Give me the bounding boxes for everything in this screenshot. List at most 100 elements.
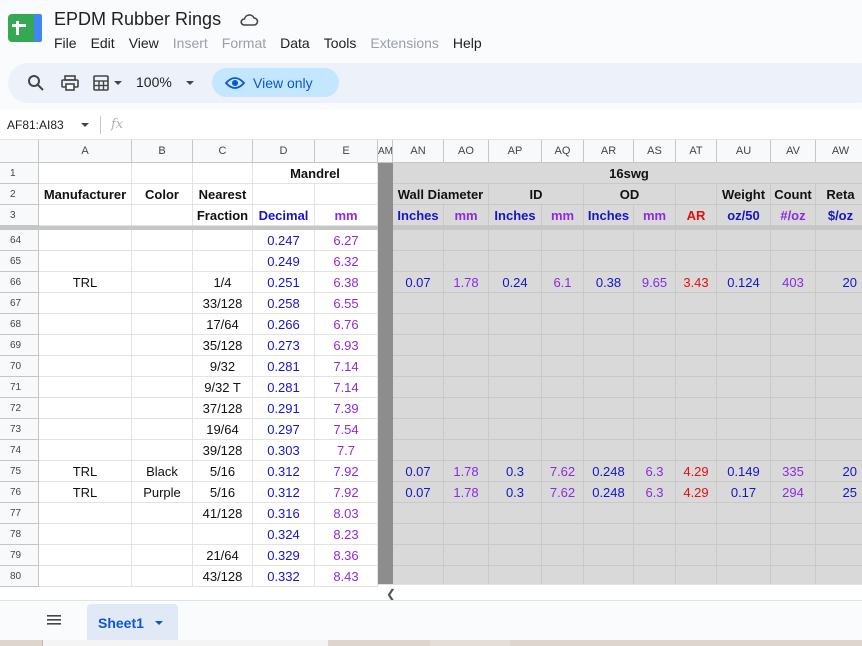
taskbar-item[interactable] [430,640,510,646]
fraction-cell[interactable]: 5/16 [193,482,253,503]
data-cell[interactable] [816,314,862,335]
data-cell[interactable] [676,398,717,419]
unit-header[interactable]: oz/50 [717,205,771,226]
data-cell[interactable]: 9.65 [634,272,676,293]
column-header-ap[interactable]: AP [489,140,542,163]
color-cell[interactable] [132,503,193,524]
row-header[interactable]: 64 [0,230,39,251]
sheet-tab-sheet1[interactable]: Sheet1 [87,604,178,641]
color-cell[interactable]: Purple [132,482,193,503]
color-cell[interactable] [132,398,193,419]
data-cell[interactable] [393,377,444,398]
data-cell[interactable] [489,314,542,335]
data-cell[interactable] [444,503,489,524]
data-cell[interactable] [584,440,634,461]
data-cell[interactable] [542,524,584,545]
data-cell[interactable] [489,545,542,566]
row-header[interactable]: 80 [0,566,39,587]
mm-cell[interactable]: 7.14 [315,356,378,377]
data-cell[interactable] [542,356,584,377]
data-cell[interactable] [771,377,816,398]
row-header[interactable]: 66 [0,272,39,293]
search-menu-button[interactable] [24,71,48,95]
data-cell[interactable] [634,356,676,377]
data-cell[interactable] [444,398,489,419]
od-header[interactable]: OD [584,184,676,205]
decimal-cell[interactable]: 0.251 [253,272,315,293]
row-header[interactable]: 71 [0,377,39,398]
data-cell[interactable]: 0.3 [489,482,542,503]
data-cell[interactable] [393,293,444,314]
data-cell[interactable] [634,419,676,440]
menu-format[interactable]: Format [222,35,266,53]
weight-header[interactable]: Weight [717,184,771,205]
menu-help[interactable]: Help [453,35,482,53]
data-cell[interactable]: 0.07 [393,482,444,503]
data-cell[interactable]: 4.29 [676,461,717,482]
data-cell[interactable] [393,419,444,440]
data-cell[interactable] [444,251,489,272]
data-cell[interactable] [676,251,717,272]
data-cell[interactable] [542,440,584,461]
data-cell[interactable] [717,293,771,314]
mm-cell[interactable]: 8.36 [315,545,378,566]
manufacturer-cell[interactable] [39,398,132,419]
data-cell[interactable] [771,419,816,440]
manufacturer-cell[interactable]: TRL [39,482,132,503]
mm-cell[interactable]: 6.38 [315,272,378,293]
data-cell[interactable]: 0.248 [584,482,634,503]
data-cell[interactable] [771,398,816,419]
data-cell[interactable] [489,230,542,251]
column-header-b[interactable]: B [132,140,193,163]
fraction-cell[interactable]: 33/128 [193,293,253,314]
data-cell[interactable] [489,440,542,461]
select-all-corner[interactable] [0,140,39,163]
data-cell[interactable] [676,419,717,440]
mm-cell[interactable]: 7.7 [315,440,378,461]
column-header-e[interactable]: E [315,140,378,163]
cloud-status-icon[interactable] [239,12,259,28]
menu-view[interactable]: View [129,35,159,53]
data-cell[interactable]: 0.149 [717,461,771,482]
cell[interactable] [253,184,315,205]
data-cell[interactable] [717,545,771,566]
color-cell[interactable] [132,419,193,440]
cell[interactable] [39,163,132,184]
data-cell[interactable]: 6.1 [542,272,584,293]
manufacturer-cell[interactable]: TRL [39,461,132,482]
wall-diameter-header[interactable]: Wall Diameter [393,184,489,205]
data-cell[interactable] [676,377,717,398]
data-cell[interactable] [444,293,489,314]
mm-cell[interactable]: 7.92 [315,461,378,482]
print-button[interactable] [58,71,82,95]
column-header-aq[interactable]: AQ [542,140,584,163]
data-cell[interactable]: 6.3 [634,482,676,503]
decimal-cell[interactable]: 0.332 [253,566,315,587]
unit-header[interactable]: Inches [584,205,634,226]
fraction-cell[interactable]: 35/128 [193,335,253,356]
data-cell[interactable] [584,356,634,377]
menu-file[interactable]: File [54,35,77,53]
data-cell[interactable] [393,335,444,356]
data-cell[interactable] [717,335,771,356]
unit-header[interactable]: Inches [489,205,542,226]
decimal-cell[interactable]: 0.316 [253,503,315,524]
data-cell[interactable] [393,314,444,335]
data-cell[interactable] [771,335,816,356]
data-cell[interactable] [634,545,676,566]
data-cell[interactable] [542,419,584,440]
data-cell[interactable] [542,293,584,314]
spreadsheet-grid[interactable]: A B C D E AM AN AO AP AQ AR AS AT AU AV AW 1 2 3 Mandrel Man… [0,140,862,600]
column-header-a[interactable]: A [39,140,132,163]
data-cell[interactable] [717,230,771,251]
data-cell[interactable] [542,335,584,356]
column-header-as[interactable]: AS [634,140,676,163]
manufacturer-cell[interactable] [39,251,132,272]
data-cell[interactable]: 25 [816,482,862,503]
data-cell[interactable] [816,251,862,272]
decimal-cell[interactable]: 0.291 [253,398,315,419]
column-header-c[interactable]: C [193,140,253,163]
data-cell[interactable] [444,419,489,440]
data-cell[interactable] [393,398,444,419]
column-header-ar[interactable]: AR [584,140,634,163]
